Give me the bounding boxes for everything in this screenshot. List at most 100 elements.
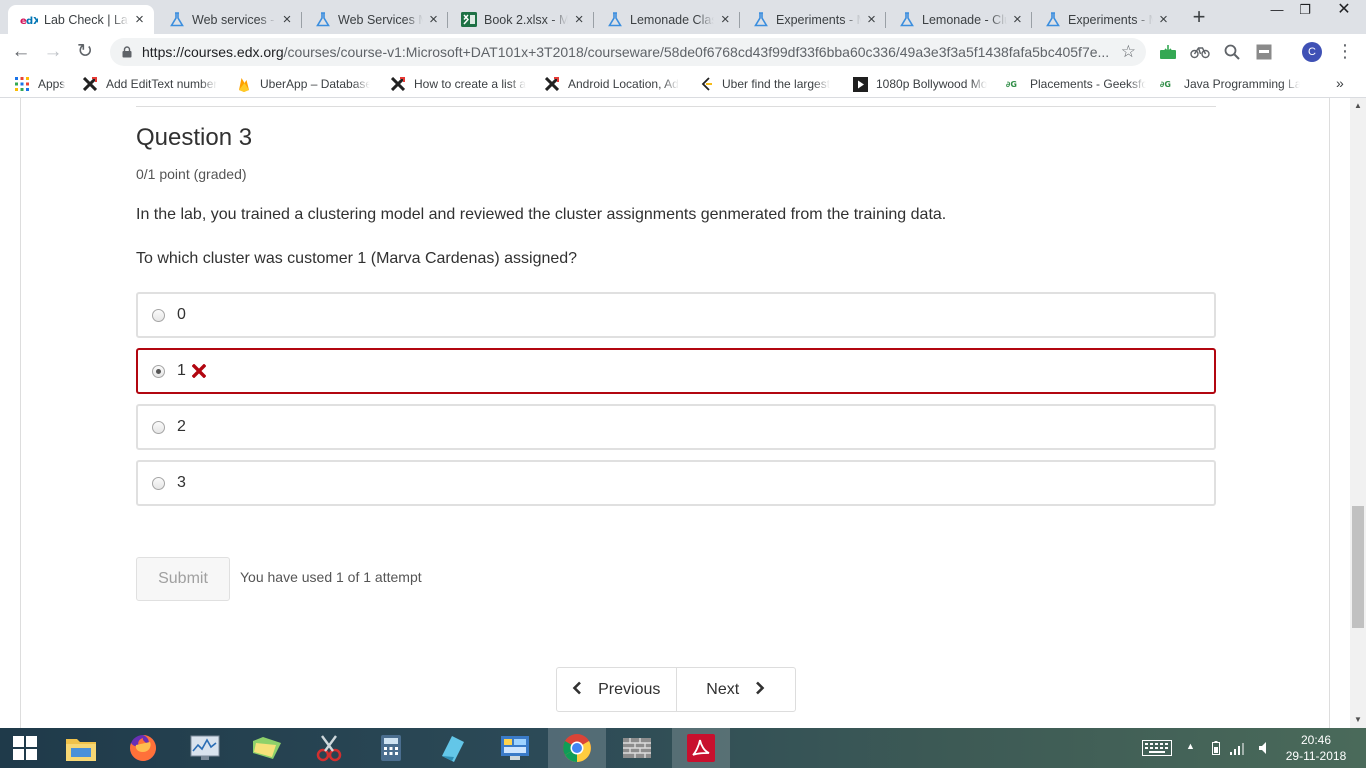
chrome-icon[interactable] bbox=[548, 728, 606, 768]
chevron-right-icon bbox=[755, 679, 765, 700]
close-window-button[interactable]: ✕ bbox=[1324, 0, 1364, 22]
folder-icon[interactable] bbox=[240, 728, 294, 768]
tab-close-icon[interactable]: × bbox=[572, 12, 586, 27]
gfg-icon: ∂G bbox=[1160, 76, 1176, 92]
tab-close-icon[interactable]: × bbox=[865, 12, 878, 27]
tab-experiments-1[interactable]: Experiments - M × bbox=[740, 5, 886, 34]
tab-title: Web services - bbox=[192, 12, 275, 27]
svg-text:dX: dX bbox=[26, 16, 38, 25]
tab-lemonade-class[interactable]: Lemonade Clas × bbox=[594, 5, 740, 34]
answer-option-1[interactable]: 1 bbox=[136, 348, 1216, 394]
tab-lemonade-clu[interactable]: Lemonade - Clu × bbox=[886, 5, 1032, 34]
tab-lab-check[interactable]: e dX Lab Check | Lab × bbox=[8, 5, 154, 34]
tab-close-icon[interactable]: × bbox=[718, 12, 732, 27]
bookmark-create-list[interactable]: How to create a list a bbox=[390, 76, 526, 92]
bookmarks-overflow-button[interactable]: » bbox=[1336, 75, 1344, 91]
previous-button[interactable]: Previous bbox=[557, 668, 676, 711]
scroll-down-arrow-icon[interactable]: ▼ bbox=[1350, 712, 1366, 728]
answer-option-label: 2 bbox=[177, 418, 186, 435]
excel-icon bbox=[460, 12, 478, 28]
tab-web-services-1[interactable]: Web services - × bbox=[156, 5, 302, 34]
bookmark-star-icon[interactable]: ☆ bbox=[1121, 42, 1136, 62]
wall-icon[interactable] bbox=[610, 728, 664, 768]
bookmark-java-programming[interactable]: ∂G Java Programming La bbox=[1160, 76, 1300, 92]
bookmark-uber-largest[interactable]: Uber find the largest bbox=[698, 76, 834, 92]
extension-bike-icon[interactable] bbox=[1190, 42, 1210, 62]
browser-menu-icon[interactable]: ⋮ bbox=[1336, 40, 1354, 64]
acrobat-icon[interactable] bbox=[672, 728, 730, 768]
volume-icon[interactable] bbox=[1258, 741, 1270, 758]
x-logo-icon bbox=[544, 76, 560, 92]
flask-icon bbox=[898, 12, 916, 28]
flask-icon bbox=[606, 12, 624, 28]
page-scrollbar[interactable]: ▲ ▼ bbox=[1350, 98, 1366, 728]
tab-close-icon[interactable]: × bbox=[133, 12, 146, 27]
tab-strip: e dX Lab Check | Lab × Web services - × W… bbox=[0, 0, 1366, 34]
forward-button[interactable]: → bbox=[41, 40, 65, 64]
tab-web-services-2[interactable]: Web Services M × bbox=[302, 5, 448, 34]
radio-button[interactable] bbox=[152, 476, 165, 490]
next-label: Next bbox=[706, 680, 740, 698]
clock-time: 20:46 bbox=[1300, 733, 1332, 747]
system-clock[interactable]: 20:46 29-11-2018 bbox=[1282, 732, 1350, 764]
bookmark-uberapp[interactable]: UberApp – Database bbox=[236, 76, 370, 92]
next-button[interactable]: Next bbox=[675, 668, 796, 711]
windows-start-icon[interactable] bbox=[0, 728, 50, 768]
reload-button[interactable]: ↻ bbox=[73, 40, 97, 64]
bookmark-android-location[interactable]: Android Location, Ad bbox=[544, 76, 680, 92]
scroll-up-arrow-icon[interactable]: ▲ bbox=[1350, 98, 1366, 114]
address-bar[interactable]: https://courses.edx.org/courses/course-v… bbox=[110, 38, 1146, 66]
incorrect-x-icon bbox=[191, 363, 207, 379]
radio-button[interactable] bbox=[152, 308, 165, 322]
tab-book2-xlsx[interactable]: Book 2.xlsx - M × bbox=[448, 5, 594, 34]
radio-button[interactable] bbox=[152, 420, 165, 434]
edx-icon: e dX bbox=[20, 12, 38, 28]
submit-button[interactable]: Submit bbox=[136, 557, 230, 601]
tab-close-icon[interactable]: × bbox=[427, 12, 440, 27]
tab-close-icon[interactable]: × bbox=[1157, 12, 1170, 27]
bookmark-apps[interactable]: Apps bbox=[14, 76, 65, 92]
tab-close-icon[interactable]: × bbox=[280, 12, 294, 27]
snipping-tool-icon[interactable] bbox=[302, 728, 356, 768]
tab-close-icon[interactable]: × bbox=[1011, 12, 1024, 27]
performance-monitor-icon[interactable] bbox=[178, 728, 232, 768]
tab-title: Web Services M bbox=[338, 12, 423, 27]
extension-gray-icon[interactable] bbox=[1254, 42, 1274, 62]
restore-button[interactable]: ❐ bbox=[1290, 0, 1320, 22]
sticky-notes-icon[interactable] bbox=[426, 728, 480, 768]
answer-option-0[interactable]: 0 bbox=[136, 292, 1216, 338]
radio-button-selected[interactable] bbox=[152, 364, 165, 378]
firefox-icon[interactable] bbox=[116, 728, 170, 768]
answer-option-3[interactable]: 3 bbox=[136, 460, 1216, 506]
file-explorer-icon[interactable] bbox=[54, 728, 108, 768]
bookmark-add-edittext[interactable]: Add EditText number bbox=[82, 76, 218, 92]
keyboard-icon[interactable] bbox=[1142, 740, 1172, 759]
bookmark-bollywood[interactable]: 1080p Bollywood Mo bbox=[852, 76, 990, 92]
question-title: Question 3 bbox=[136, 124, 253, 151]
minimize-button[interactable]: — bbox=[1262, 0, 1292, 22]
bookmark-placements-gfg[interactable]: ∂G Placements - Geeksfo bbox=[1006, 76, 1146, 92]
x-logo-icon bbox=[390, 76, 406, 92]
flask-icon bbox=[314, 12, 332, 28]
gfg-icon: ∂G bbox=[1006, 76, 1022, 92]
tab-experiments-2[interactable]: Experiments - M × bbox=[1032, 5, 1178, 34]
question-points: 0/1 point (graded) bbox=[136, 166, 247, 182]
tray-expand-icon[interactable]: ▲ bbox=[1186, 741, 1195, 751]
new-tab-button[interactable]: + bbox=[1188, 6, 1210, 29]
chevron-left-icon bbox=[572, 679, 582, 700]
tab-title: Book 2.xlsx - M bbox=[484, 12, 569, 27]
battery-icon[interactable] bbox=[1212, 741, 1220, 758]
network-signal-icon[interactable] bbox=[1230, 741, 1246, 758]
bookmarks-bar: Apps Add EditText number UberApp – Datab… bbox=[0, 70, 1366, 98]
back-button[interactable]: ← bbox=[9, 40, 33, 64]
tab-title: Experiments - M bbox=[1068, 12, 1153, 27]
calculator-icon[interactable] bbox=[364, 728, 418, 768]
answer-option-label: 3 bbox=[177, 474, 186, 491]
extension-download-icon[interactable] bbox=[1158, 42, 1178, 62]
extension-search-icon[interactable] bbox=[1222, 42, 1242, 62]
answer-option-2[interactable]: 2 bbox=[136, 404, 1216, 450]
flask-icon bbox=[168, 12, 186, 28]
profile-avatar[interactable]: C bbox=[1302, 42, 1322, 62]
control-panel-icon[interactable] bbox=[488, 728, 542, 768]
scroll-thumb[interactable] bbox=[1352, 506, 1364, 628]
